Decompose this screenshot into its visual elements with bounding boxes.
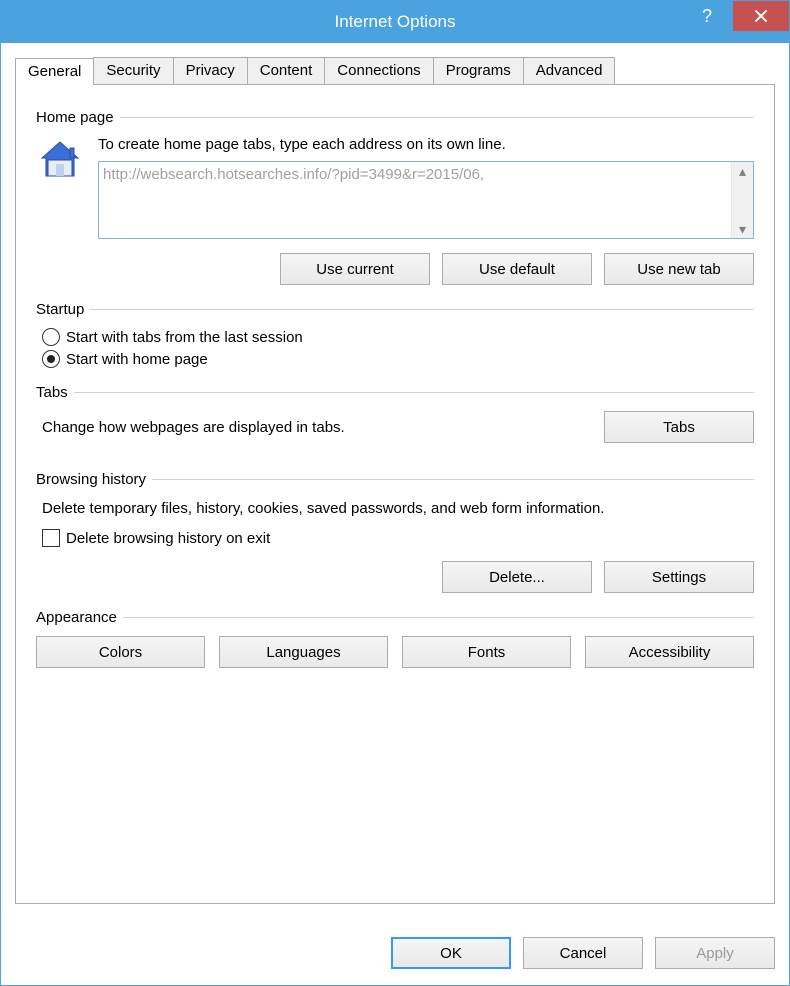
textarea-scrollbar[interactable]: ▴ ▾ (731, 162, 753, 238)
tab-content[interactable]: Content (247, 57, 326, 84)
homepage-row: To create home page tabs, type each addr… (36, 136, 754, 285)
divider (152, 479, 754, 480)
radio-icon (42, 350, 60, 368)
homepage-buttons: Use current Use default Use new tab (98, 253, 754, 285)
group-tabs: Tabs (36, 384, 754, 401)
tab-programs[interactable]: Programs (433, 57, 524, 84)
radio-last-session[interactable]: Start with tabs from the last session (42, 328, 754, 346)
languages-button[interactable]: Languages (219, 636, 388, 668)
radio-icon (42, 328, 60, 346)
titlebar: Internet Options ? (1, 1, 789, 43)
use-default-button[interactable]: Use default (442, 253, 592, 285)
window-title: Internet Options (335, 12, 456, 32)
tab-security[interactable]: Security (93, 57, 173, 84)
fonts-button[interactable]: Fonts (402, 636, 571, 668)
homepage-url-wrap: ▴ ▾ (98, 161, 754, 239)
group-homepage-label: Home page (36, 109, 114, 126)
help-button[interactable]: ? (681, 1, 733, 31)
radio-home-page-label: Start with home page (66, 351, 208, 368)
settings-button[interactable]: Settings (604, 561, 754, 593)
tabs-section-row: Change how webpages are displayed in tab… (36, 411, 754, 443)
use-current-button[interactable]: Use current (280, 253, 430, 285)
group-history-label: Browsing history (36, 471, 146, 488)
history-desc: Delete temporary files, history, cookies… (42, 498, 754, 519)
ok-button[interactable]: OK (391, 937, 511, 969)
apply-button[interactable]: Apply (655, 937, 775, 969)
checkbox-icon (42, 529, 60, 547)
dialog-footer: OK Cancel Apply (391, 937, 775, 969)
dialog-window: Internet Options ? General Security Priv… (0, 0, 790, 986)
homepage-right: To create home page tabs, type each addr… (98, 136, 754, 285)
delete-on-exit-label: Delete browsing history on exit (66, 530, 270, 547)
use-new-tab-button[interactable]: Use new tab (604, 253, 754, 285)
delete-button[interactable]: Delete... (442, 561, 592, 593)
tab-connections[interactable]: Connections (324, 57, 433, 84)
tab-privacy[interactable]: Privacy (173, 57, 248, 84)
group-tabs-label: Tabs (36, 384, 68, 401)
divider (74, 392, 754, 393)
home-icon (36, 138, 84, 186)
tab-advanced[interactable]: Advanced (523, 57, 616, 84)
tab-strip: General Security Privacy Content Connect… (15, 57, 775, 84)
divider (123, 617, 754, 618)
radio-last-session-label: Start with tabs from the last session (66, 329, 303, 346)
tab-panel-general: Home page To create home page tabs, type… (15, 84, 775, 904)
group-appearance-label: Appearance (36, 609, 117, 626)
close-icon (754, 9, 768, 23)
group-appearance: Appearance (36, 609, 754, 626)
homepage-hint: To create home page tabs, type each addr… (98, 136, 754, 153)
group-homepage: Home page (36, 109, 754, 126)
tabs-desc: Change how webpages are displayed in tab… (42, 419, 345, 436)
history-buttons: Delete... Settings (36, 561, 754, 593)
divider (90, 309, 754, 310)
colors-button[interactable]: Colors (36, 636, 205, 668)
delete-on-exit-checkbox[interactable]: Delete browsing history on exit (42, 529, 754, 547)
appearance-buttons: Colors Languages Fonts Accessibility (36, 636, 754, 668)
tab-general[interactable]: General (15, 58, 94, 85)
radio-home-page[interactable]: Start with home page (42, 350, 754, 368)
scroll-up-icon: ▴ (739, 164, 746, 178)
tabs-button[interactable]: Tabs (604, 411, 754, 443)
divider (120, 117, 754, 118)
scroll-down-icon: ▾ (739, 222, 746, 236)
group-startup-label: Startup (36, 301, 84, 318)
cancel-button[interactable]: Cancel (523, 937, 643, 969)
homepage-url-input[interactable] (99, 162, 731, 238)
client-area: General Security Privacy Content Connect… (1, 43, 789, 985)
close-button[interactable] (733, 1, 789, 31)
accessibility-button[interactable]: Accessibility (585, 636, 754, 668)
group-history: Browsing history (36, 471, 754, 488)
group-startup: Startup (36, 301, 754, 318)
window-controls: ? (681, 1, 789, 43)
